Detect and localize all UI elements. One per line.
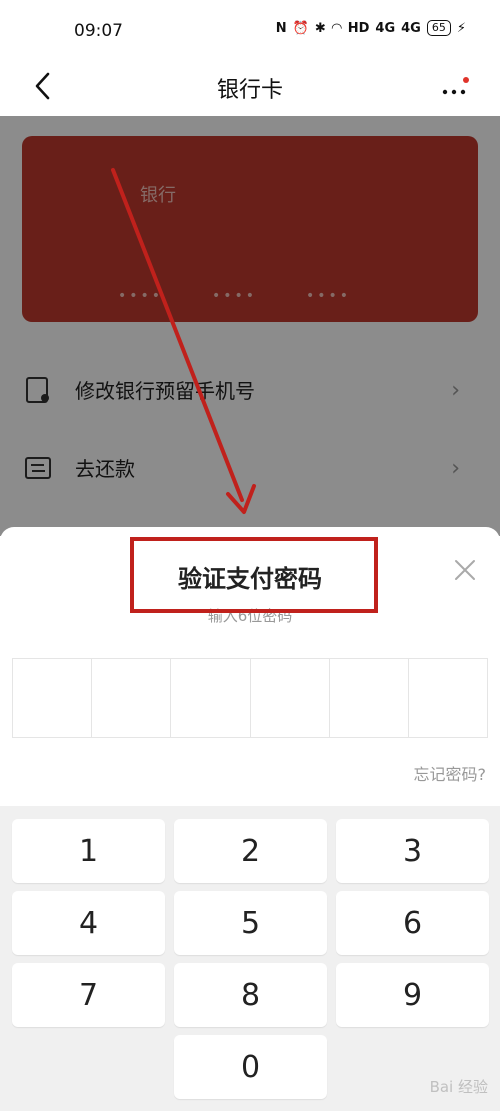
alarm-icon: ⏰ xyxy=(292,20,309,36)
signal-4g-icon: 4G xyxy=(401,20,421,36)
key-1[interactable]: 1 xyxy=(12,819,165,883)
number-keypad: 1 2 3 4 5 6 7 8 9 0 xyxy=(0,806,500,1111)
pin-digit-box[interactable] xyxy=(13,659,93,737)
annotation-highlight-box xyxy=(130,537,378,613)
key-4[interactable]: 4 xyxy=(12,891,165,955)
pin-digit-box[interactable] xyxy=(92,659,172,737)
key-2[interactable]: 2 xyxy=(174,819,327,883)
key-3[interactable]: 3 xyxy=(336,819,489,883)
battery-icon: 65 xyxy=(426,20,451,36)
wifi-icon: ◠ xyxy=(331,20,342,36)
pin-input[interactable] xyxy=(12,658,488,738)
key-0[interactable]: 0 xyxy=(174,1035,327,1099)
key-5[interactable]: 5 xyxy=(174,891,327,955)
bluetooth-icon: ✱ xyxy=(314,20,326,36)
modal-overlay[interactable] xyxy=(0,116,500,536)
pin-digit-box[interactable] xyxy=(409,659,487,737)
page-title: 银行卡 xyxy=(216,78,283,103)
signal-4g-icon: 4G xyxy=(375,20,396,36)
status-bar: 09:07 N ⏰ ✱ ◠ HD 4G 4G 65 ⚡ xyxy=(0,0,500,60)
status-icons: N ⏰ ✱ ◠ HD 4G 4G 65 ⚡ xyxy=(276,20,466,36)
key-8[interactable]: 8 xyxy=(174,963,327,1027)
close-icon[interactable] xyxy=(452,557,478,583)
nav-bar: 银行卡 xyxy=(0,60,500,115)
charging-icon: ⚡ xyxy=(456,20,466,36)
nfc-icon: N xyxy=(275,20,287,36)
key-7[interactable]: 7 xyxy=(12,963,165,1027)
key-6[interactable]: 6 xyxy=(336,891,489,955)
watermark: Bai 经验 xyxy=(429,1078,488,1096)
pin-digit-box[interactable] xyxy=(171,659,251,737)
hd-icon: HD xyxy=(347,20,370,36)
pin-digit-box[interactable] xyxy=(330,659,409,737)
pin-digit-box[interactable] xyxy=(251,659,330,737)
more-icon[interactable] xyxy=(440,72,470,102)
forgot-password-link[interactable]: 忘记密码? xyxy=(414,761,487,785)
status-time: 09:07 xyxy=(74,21,123,41)
key-9[interactable]: 9 xyxy=(336,963,489,1027)
